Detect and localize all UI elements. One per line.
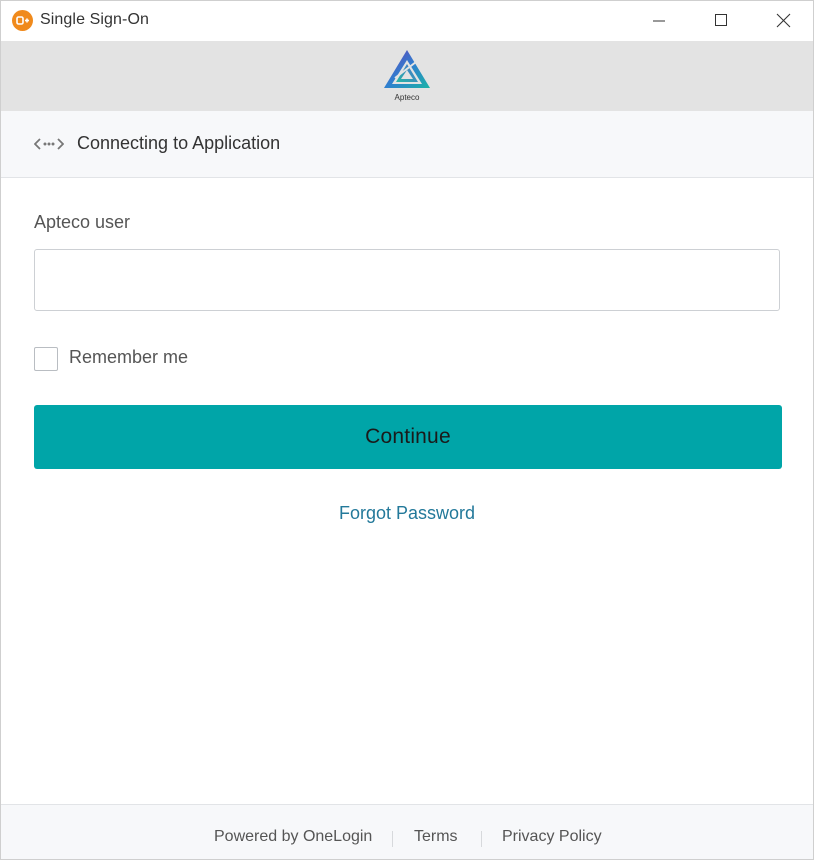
privacy-policy-link[interactable]: Privacy Policy [502,828,602,846]
title-bar[interactable]: Single Sign-On [1,1,813,40]
continue-button[interactable]: Continue [34,405,782,469]
onelogin-icon [12,10,33,31]
forgot-password-link[interactable]: Forgot Password [1,503,813,524]
minimize-button[interactable] [629,1,689,40]
footer: Powered by OneLogin Terms Privacy Policy [1,804,813,859]
remember-me-checkbox[interactable] [34,347,58,371]
user-field-label: Apteco user [34,212,131,232]
minimize-icon [653,20,665,22]
close-button[interactable] [753,1,813,40]
close-icon [776,13,791,28]
apteco-logo-icon [384,50,430,88]
powered-by-link[interactable]: Powered by OneLogin [214,828,372,846]
logo-band: Apteco [1,41,813,111]
terms-link[interactable]: Terms [414,828,458,846]
footer-divider [392,831,393,847]
window-title: Single Sign-On [40,11,150,28]
connect-header: Connecting to Application [1,111,813,178]
connect-title: Connecting to Application [77,133,281,153]
user-input[interactable] [34,249,780,311]
maximize-button[interactable] [691,1,751,40]
remember-me-label[interactable]: Remember me [69,347,188,368]
sso-window: Single Sign-On Apteco Connecting to Appl… [0,0,814,860]
maximize-icon [715,14,727,26]
footer-divider [481,831,482,847]
connect-arrows-icon [34,138,64,150]
logo-text: Apteco [394,93,420,102]
